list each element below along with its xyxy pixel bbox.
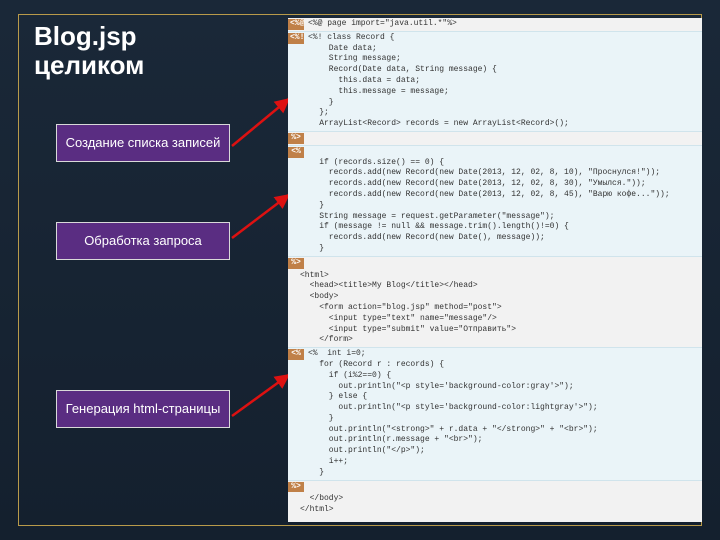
- callout-request-processing: Обработка запроса: [56, 222, 230, 260]
- code-line: out.println(r.message + "<br>");: [288, 435, 702, 446]
- code-line: %>: [288, 133, 702, 144]
- code-line: <body>: [288, 292, 702, 303]
- slide-title: Blog.jsp целиком: [34, 22, 144, 79]
- code-line: out.println("<p style='background-color:…: [288, 382, 702, 393]
- title-line-1: Blog.jsp: [34, 21, 137, 51]
- code-line: out.println("<strong>" + r.data + "</str…: [288, 425, 702, 436]
- code-line: for (Record r : records) {: [288, 360, 702, 371]
- code-line: records.add(new Record(new Date(2013, 12…: [288, 179, 702, 190]
- code-line: }: [288, 201, 702, 212]
- callout-label: Генерация html-страницы: [66, 401, 221, 416]
- code-line: </form>: [288, 335, 702, 346]
- callout-html-generation: Генерация html-страницы: [56, 390, 230, 428]
- callout-create-list: Создание списка записей: [56, 124, 230, 162]
- code-line: %>: [288, 482, 702, 493]
- code-line: this.data = data;: [288, 76, 702, 87]
- code-line: Date data;: [288, 44, 702, 55]
- code-line: out.println("<p style='background-color:…: [288, 403, 702, 414]
- code-line: records.add(new Record(new Date(2013, 12…: [288, 190, 702, 201]
- code-line: };: [288, 108, 702, 119]
- code-line: <%@<%@ page import="java.util.*"%>: [288, 19, 702, 30]
- code-line: <%!<%! class Record {: [288, 33, 702, 44]
- code-line: if (records.size() == 0) {: [288, 158, 702, 169]
- code-line: } else {: [288, 392, 702, 403]
- code-line: String message = request.getParameter("m…: [288, 212, 702, 223]
- code-line: }: [288, 468, 702, 479]
- code-line: this.message = message;: [288, 87, 702, 98]
- code-line: <%: [288, 147, 702, 158]
- code-line: }: [288, 244, 702, 255]
- code-line: <%<% int i=0;: [288, 349, 702, 360]
- code-line: <head><title>My Blog</title></head>: [288, 281, 702, 292]
- code-line: ArrayList<Record> records = new ArrayLis…: [288, 119, 702, 130]
- code-line: </html>: [288, 505, 702, 516]
- code-pane: <%@<%@ page import="java.util.*"%> <%!<%…: [288, 18, 702, 522]
- code-line: </body>: [288, 494, 702, 505]
- code-line: <input type="text" name="message"/>: [288, 314, 702, 325]
- title-line-2: целиком: [34, 50, 144, 80]
- code-line: Record(Date data, String message) {: [288, 65, 702, 76]
- code-line: if (message != null && message.trim().le…: [288, 222, 702, 233]
- code-line: }: [288, 414, 702, 425]
- code-line: if (i%2==0) {: [288, 371, 702, 382]
- code-line: out.println("</p>");: [288, 446, 702, 457]
- code-line: <html>: [288, 271, 702, 282]
- code-line: i++;: [288, 457, 702, 468]
- code-line: %>: [288, 258, 702, 269]
- code-line: String message;: [288, 54, 702, 65]
- code-line: records.add(new Record(new Date(2013, 12…: [288, 168, 702, 179]
- code-line: records.add(new Record(new Date(), messa…: [288, 233, 702, 244]
- callout-label: Создание списка записей: [66, 135, 221, 150]
- code-line: }: [288, 98, 702, 109]
- code-line: <form action="blog.jsp" method="post">: [288, 303, 702, 314]
- callout-label: Обработка запроса: [84, 233, 202, 248]
- code-line: <input type="submit" value="Отправить">: [288, 325, 702, 336]
